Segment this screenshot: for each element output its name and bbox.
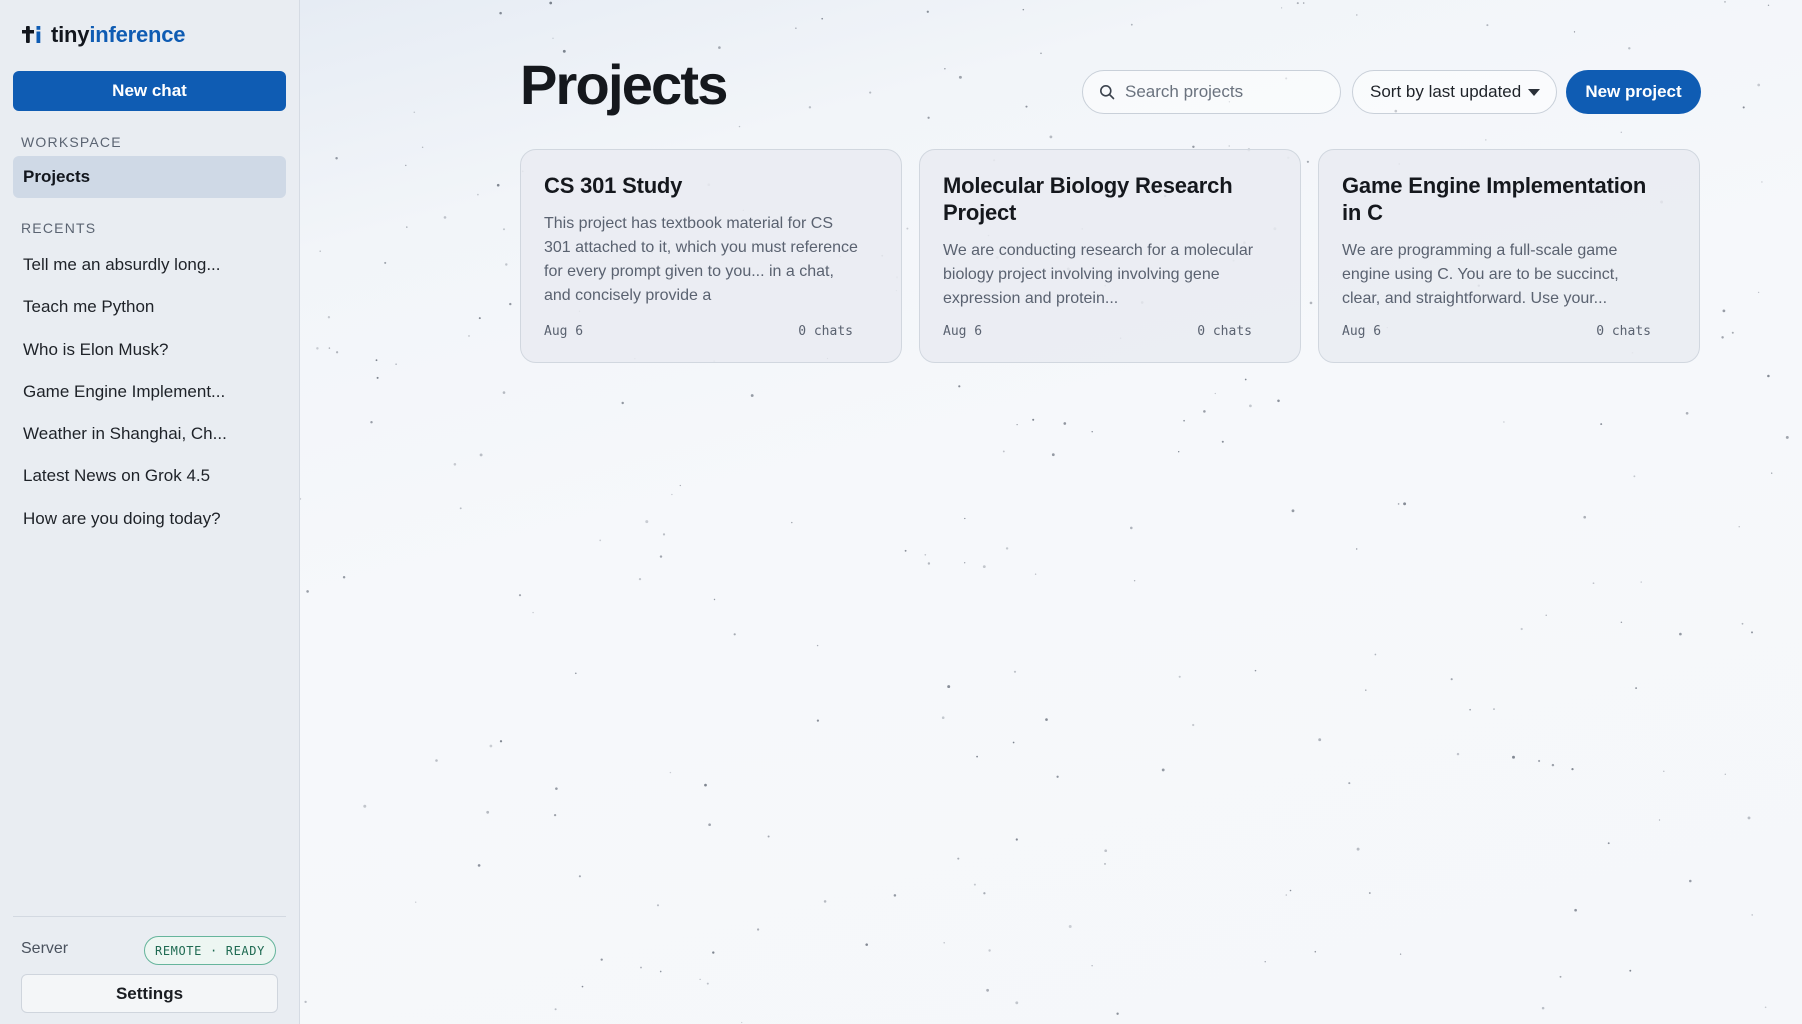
app-root: tinyinference New chat WORKSPACE Project… xyxy=(0,0,1802,1024)
recents-list: Tell me an absurdly long... Teach me Pyt… xyxy=(23,244,227,540)
brand-logo[interactable]: tinyinference xyxy=(21,22,186,48)
recent-chat-item[interactable]: How are you doing today? xyxy=(23,498,227,540)
recent-chat-item[interactable]: Who is Elon Musk? xyxy=(23,329,227,371)
sidebar: tinyinference New chat WORKSPACE Project… xyxy=(0,0,300,1024)
project-title: Game Engine Implementation in C xyxy=(1342,173,1647,225)
sort-dropdown[interactable]: Sort by last updated xyxy=(1352,70,1557,114)
recent-chat-item[interactable]: Latest News on Grok 4.5 xyxy=(23,455,227,497)
project-chat-count: 0 chats xyxy=(1596,324,1651,339)
project-title: CS 301 Study xyxy=(544,173,683,198)
workspace-section-label: WORKSPACE xyxy=(21,134,122,150)
main-content: Projects Sort by last updated New projec… xyxy=(300,0,1802,1024)
server-mode: REMOTE xyxy=(155,943,202,958)
search-box[interactable] xyxy=(1082,70,1341,114)
server-label: Server xyxy=(21,940,69,957)
project-date: Aug 6 xyxy=(544,324,584,339)
project-date: Aug 6 xyxy=(943,324,983,339)
new-project-button[interactable]: New project xyxy=(1566,70,1701,114)
recent-chat-item[interactable]: Tell me an absurdly long... xyxy=(23,244,227,286)
recent-chat-item[interactable]: Teach me Python xyxy=(23,286,227,328)
recent-chat-item[interactable]: Weather in Shanghai, Ch... xyxy=(23,413,227,455)
search-input[interactable] xyxy=(1125,82,1325,102)
project-card[interactable]: CS 301 Study This project has textbook m… xyxy=(520,149,902,363)
server-status-badge: REMOTE · READY xyxy=(144,936,276,965)
recents-section-label: RECENTS xyxy=(21,220,97,236)
brand-name: tinyinference xyxy=(51,22,186,47)
sidebar-item-projects[interactable]: Projects xyxy=(13,156,286,198)
project-chat-count: 0 chats xyxy=(798,324,853,339)
project-card[interactable]: Game Engine Implementation in C We are p… xyxy=(1318,149,1700,363)
project-chat-count: 0 chats xyxy=(1197,324,1252,339)
brand-logo-icon xyxy=(22,26,41,43)
settings-button[interactable]: Settings xyxy=(21,974,278,1013)
project-date: Aug 6 xyxy=(1342,324,1382,339)
project-description: This project has textbook material for C… xyxy=(544,215,858,304)
project-description: We are programming a full-scale game eng… xyxy=(1342,242,1619,307)
project-card[interactable]: Molecular Biology Research Project We ar… xyxy=(919,149,1301,363)
chevron-down-icon xyxy=(1528,89,1540,96)
sidebar-divider xyxy=(13,916,286,917)
sort-label: Sort by last updated xyxy=(1370,82,1522,101)
new-chat-button[interactable]: New chat xyxy=(13,71,286,111)
project-description: We are conducting research for a molecul… xyxy=(943,242,1254,307)
server-separator: · xyxy=(209,943,218,958)
server-status: READY xyxy=(225,943,265,958)
page-title: Projects xyxy=(520,53,728,116)
recent-chat-item[interactable]: Game Engine Implement... xyxy=(23,371,227,413)
search-icon xyxy=(1100,85,1115,100)
project-title: Molecular Biology Research Project xyxy=(943,173,1233,225)
